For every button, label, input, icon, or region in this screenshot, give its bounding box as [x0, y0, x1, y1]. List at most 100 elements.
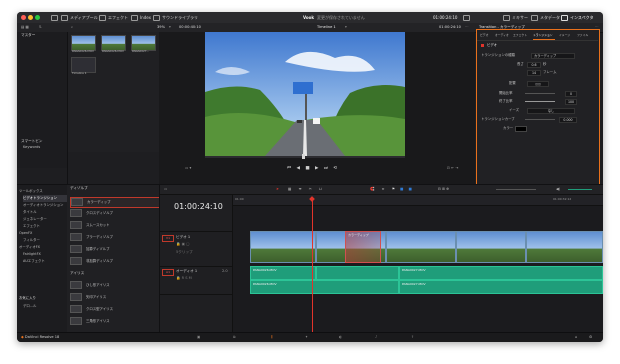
- transition-type-select[interactable]: カラーディップ: [531, 53, 575, 59]
- keywords-bin[interactable]: Keywords: [23, 145, 40, 150]
- fullscreen-icon[interactable]: [463, 14, 472, 21]
- timeline-dropdown-icon[interactable]: ▾: [345, 24, 347, 31]
- track-controls-icon[interactable]: 🔒 ▣ ▢: [176, 242, 190, 246]
- selection-tool-icon[interactable]: ➤: [276, 187, 279, 192]
- snap-link-tools[interactable]: 🧲 ∞ ⚑: [370, 187, 398, 192]
- index-button[interactable]: Index: [131, 14, 151, 21]
- viewer-mode-icon[interactable]: ▭ ▾: [185, 166, 191, 171]
- favorite-item[interactable]: デロ...ル: [23, 303, 69, 310]
- sort-icon[interactable]: ⇅: [39, 24, 42, 31]
- effects-button[interactable]: エフェクト: [99, 14, 128, 21]
- fx-cross-dissolve[interactable]: クロスディゾルブ: [70, 209, 158, 218]
- cut-page-icon[interactable]: ⧉: [233, 335, 243, 341]
- viewer-frame[interactable]: [205, 32, 405, 156]
- search-icon[interactable]: ⌕: [71, 24, 73, 31]
- playhead[interactable]: [312, 199, 313, 332]
- audio-clip[interactable]: PANA0027.MOV: [399, 280, 603, 294]
- fx-blur-dissolve[interactable]: ブラーディゾルブ: [70, 233, 158, 242]
- tree-item-toolbox[interactable]: ツールボックス: [19, 188, 65, 195]
- list-view-icon[interactable]: ▤ ▦: [21, 24, 29, 31]
- tree-item-filters[interactable]: フィルター: [23, 237, 69, 244]
- section-enable-icon[interactable]: [481, 43, 484, 47]
- fx-color-dip[interactable]: カラーディップ: [70, 197, 160, 208]
- audio-clip[interactable]: PANA0026.MOV: [250, 280, 399, 294]
- end-ratio-field[interactable]: 100: [565, 99, 577, 105]
- tree-item-video-transitions[interactable]: ビデオトランジション: [23, 195, 69, 202]
- video-clip[interactable]: [250, 231, 316, 263]
- video-clip[interactable]: [386, 231, 456, 263]
- duration-seconds-field[interactable]: 0.6: [527, 62, 541, 68]
- end-ratio-slider[interactable]: [525, 101, 555, 102]
- fx-cross-iris[interactable]: クロス型アイリス: [70, 305, 158, 314]
- media-page-icon[interactable]: ▣: [197, 335, 207, 341]
- zoom-tools[interactable]: ⊟ ⊞ ⊕: [438, 187, 449, 192]
- transition-curve-field[interactable]: 0.000: [559, 117, 577, 123]
- tree-item-fairlight-fx[interactable]: FairlightFX: [23, 251, 69, 258]
- transition-color-dip[interactable]: カラーディップ: [345, 231, 381, 263]
- color-swatch[interactable]: [515, 126, 527, 132]
- fx-additive-dissolve[interactable]: 加算ディゾルブ: [70, 245, 158, 254]
- timeline-zoom-slider[interactable]: [496, 189, 536, 190]
- fx-smooth-cut[interactable]: スムースカット: [70, 221, 158, 230]
- sound-library-button[interactable]: サウンドライブラリ: [153, 14, 198, 21]
- tab-transition[interactable]: トランジション: [533, 33, 553, 38]
- layout-toggle-icon[interactable]: [51, 14, 60, 21]
- audio-clip[interactable]: PANA0026.MOV: [250, 266, 316, 280]
- start-ratio-slider[interactable]: [525, 93, 555, 94]
- inspector-button[interactable]: インスペクタ: [561, 14, 593, 21]
- fx-non-additive-dissolve[interactable]: 非加算ディゾルブ: [70, 257, 158, 266]
- tree-item-audio-fx[interactable]: オーディオFX: [19, 244, 65, 251]
- viewer-scrubber[interactable]: [205, 156, 405, 158]
- transition-curve-slider[interactable]: [525, 119, 555, 120]
- audio-clip[interactable]: [316, 266, 399, 280]
- timeline-view-icon[interactable]: ▭: [164, 187, 167, 192]
- master-bin[interactable]: マスター: [21, 33, 35, 38]
- alignment-buttons[interactable]: ▯▯▯: [527, 81, 549, 87]
- tab-audio[interactable]: オーディオ: [495, 33, 509, 38]
- metadata-button[interactable]: メタデータ: [531, 14, 560, 21]
- edit-tools[interactable]: ▦ ⇹ ✂ ⊔: [288, 187, 325, 192]
- fx-triangle-iris[interactable]: 三角形アイリス: [70, 317, 158, 326]
- timeline-selector[interactable]: Timeline 1: [317, 24, 336, 31]
- fairlight-page-icon[interactable]: ♪: [375, 335, 385, 341]
- tree-item-audio-transitions[interactable]: オーディオトランジション: [23, 202, 69, 209]
- tab-image[interactable]: イメージ: [559, 33, 570, 38]
- tab-video[interactable]: ビデオ: [480, 33, 488, 38]
- flag-color-icon[interactable]: ■ ■: [400, 187, 414, 192]
- tree-item-titles[interactable]: タイトル: [23, 209, 69, 216]
- fx-arrow-iris[interactable]: 矢印アイリス: [70, 293, 158, 302]
- tree-item-au-effects[interactable]: AUエフェクト: [23, 258, 69, 265]
- audio-track-controls[interactable]: 🔒 R S M: [176, 276, 192, 280]
- fx-diamond-iris[interactable]: ひし形アイリス: [70, 281, 158, 290]
- transport-controls[interactable]: ⏮ ◀ ■ ▶ ⏭ ⟲: [287, 166, 339, 171]
- video-clip[interactable]: [526, 231, 603, 263]
- tree-item-openfx[interactable]: OpenFX: [19, 230, 65, 237]
- color-page-icon[interactable]: ◐: [339, 335, 349, 341]
- viewer-scrubber-handle[interactable]: [302, 154, 305, 159]
- ease-select[interactable]: なし: [527, 108, 575, 114]
- viewer-zoom[interactable]: 39%: [157, 24, 165, 31]
- tree-item-effects[interactable]: エフェクト: [23, 223, 69, 230]
- home-icon[interactable]: ⌂: [575, 335, 585, 341]
- audio-level-icon[interactable]: ◀): [556, 187, 560, 192]
- settings-gear-icon[interactable]: ⚙: [589, 335, 599, 341]
- fusion-page-icon[interactable]: ✦: [305, 335, 315, 341]
- viewer-options-icon[interactable]: ⋯: [465, 24, 469, 31]
- start-ratio-field[interactable]: 0: [565, 91, 577, 97]
- audio-level-slider[interactable]: [568, 189, 592, 190]
- media-pool-button[interactable]: メディアプール: [61, 14, 98, 21]
- close-window-button[interactable]: [21, 15, 26, 20]
- audio-clip[interactable]: PANA0027.MOV: [399, 266, 603, 280]
- zoom-window-button[interactable]: [35, 15, 40, 20]
- track-id[interactable]: V1: [162, 235, 174, 242]
- minimize-window-button[interactable]: [28, 15, 33, 20]
- edit-page-button[interactable]: ⫼: [261, 333, 287, 342]
- tree-item-generators[interactable]: ジェネレーター: [23, 216, 69, 223]
- track-id[interactable]: A1: [162, 269, 174, 276]
- match-frame-icon[interactable]: ⊡ ⇤ ⇥: [447, 166, 458, 171]
- zoom-dropdown-icon[interactable]: ▾: [169, 24, 171, 31]
- duration-frames-field[interactable]: 14: [527, 70, 541, 76]
- tab-effects[interactable]: エフェクト: [513, 33, 527, 38]
- timeline-ruler[interactable]: 01:00 01:00:32:12: [233, 195, 603, 206]
- mixer-button[interactable]: ミキサー: [503, 14, 528, 21]
